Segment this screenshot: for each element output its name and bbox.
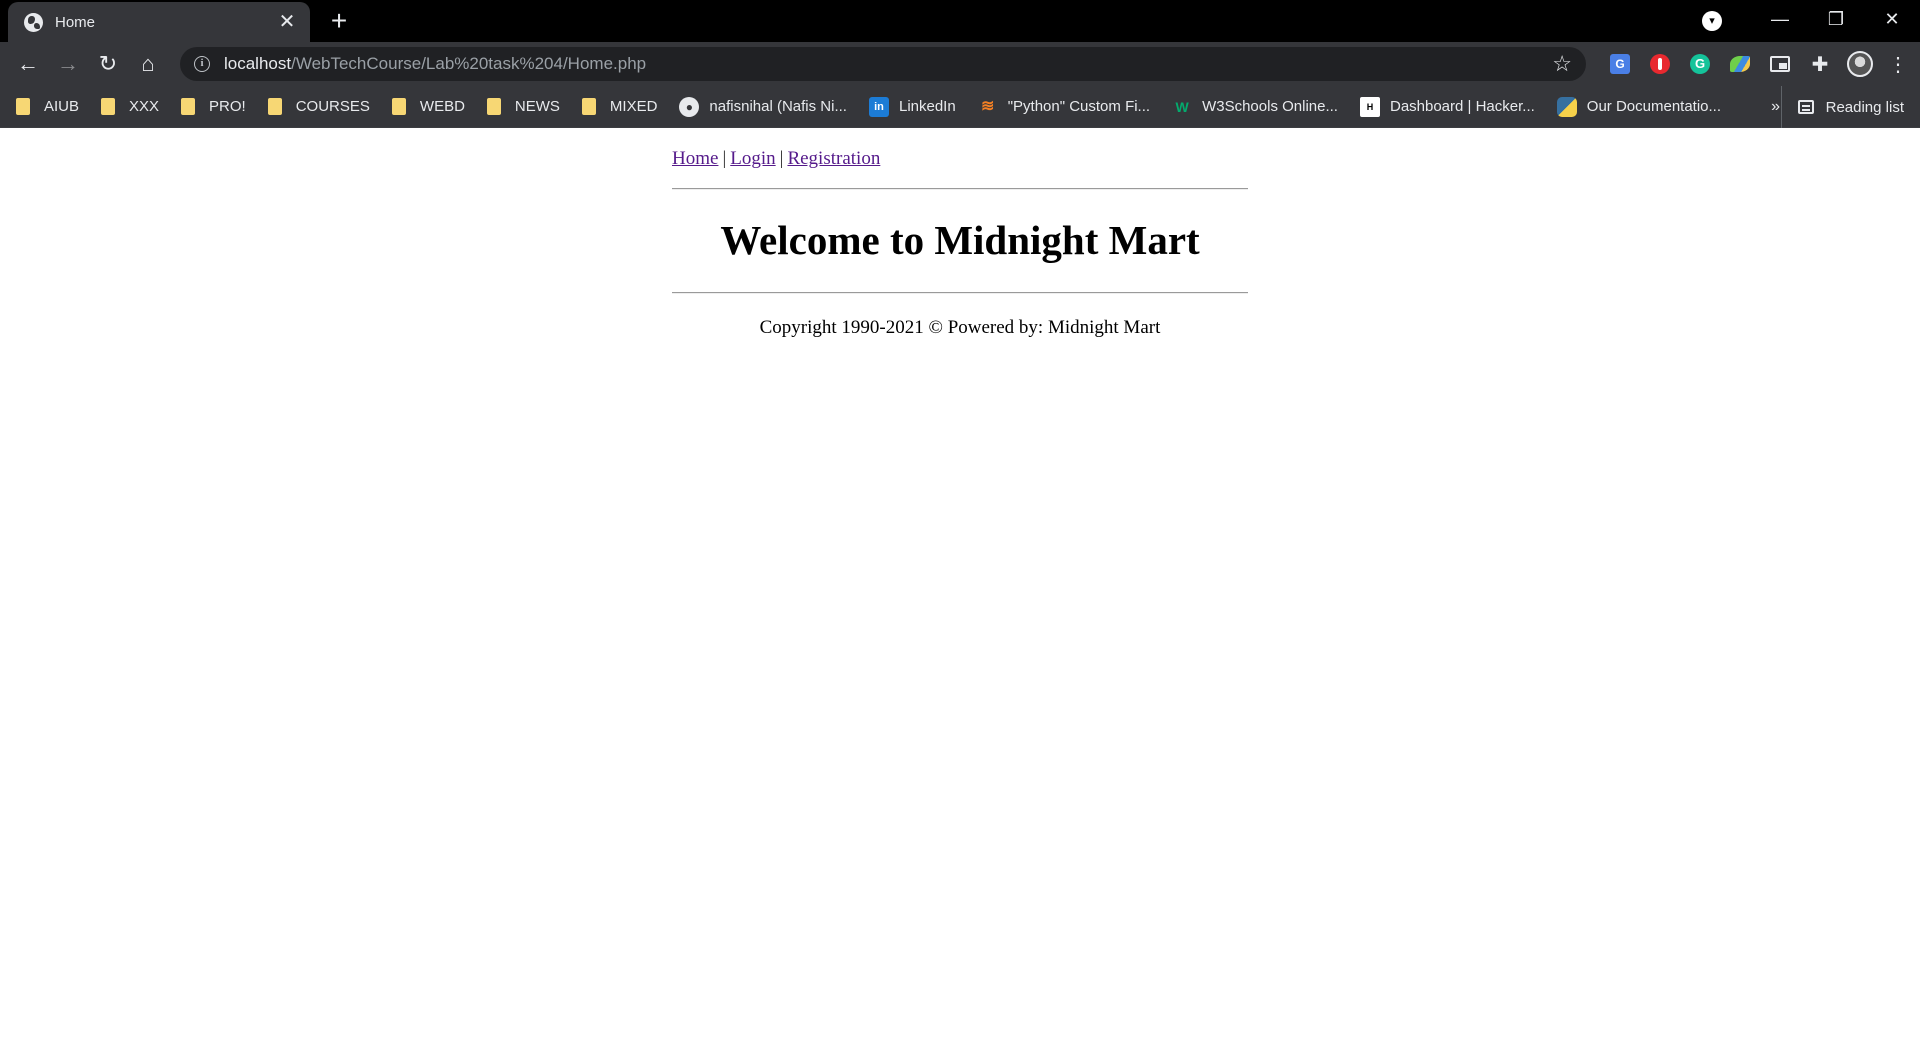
globe-icon [24,12,43,32]
bookmark-label: AIUB [44,98,80,115]
grammarly-icon: G [1690,54,1710,74]
bookmark-folder-xxx[interactable]: XXX [101,98,159,115]
nav-separator: | [722,148,727,169]
color-extension[interactable] [1722,48,1758,80]
bookmark-stackoverflow[interactable]: ≋ "Python" Custom Fi... [978,97,1150,117]
bookmark-w3schools[interactable]: W W3Schools Online... [1172,97,1338,117]
leaf-icon [1730,56,1750,72]
bookmark-label: nafisnihal (Nafis Ni... [709,98,847,115]
media-icon [1770,56,1790,72]
bookmark-folder-courses[interactable]: COURSES [267,98,370,115]
nav-link-registration[interactable]: Registration [787,148,880,169]
url-text[interactable]: localhost/WebTechCourse/Lab%20task%204/H… [224,54,1552,74]
bookmarks-overflow-icon[interactable]: » [1771,86,1780,128]
bookmark-label: "Python" Custom Fi... [1007,98,1151,115]
python-icon [1556,96,1577,117]
bookmark-label: LinkedIn [898,98,956,115]
info-icon[interactable]: i [194,56,210,72]
adblock-extension[interactable] [1642,48,1678,80]
divider [672,292,1248,294]
tab-home[interactable]: Home ✕ [8,2,310,42]
bookmark-folder-pro[interactable]: PRO! [181,98,246,115]
translate-extension[interactable]: G [1602,48,1638,80]
bookmark-linkedin[interactable]: in LinkedIn [868,96,956,117]
reload-button[interactable]: ↻ [92,48,124,80]
folder-icon [267,98,282,115]
folder-icon [581,98,596,115]
github-icon: ● [679,96,700,117]
translate-icon: G [1610,54,1630,74]
bookmark-label: NEWS [514,98,560,115]
minimize-button[interactable]: — [1752,0,1808,42]
tab-search-icon[interactable]: ▾ [1702,11,1722,31]
bookmark-star-icon[interactable]: ☆ [1552,51,1572,77]
hackerrank-icon: H [1359,96,1380,117]
new-tab-button[interactable]: + [325,7,353,36]
bookmark-folder-aiub[interactable]: AIUB [16,98,79,115]
tab-close-icon[interactable]: ✕ [276,11,298,33]
window-controls: ▾ — ❐ ✕ [1702,0,1920,42]
bookmark-hackerrank[interactable]: H Dashboard | Hacker... [1359,96,1535,117]
bookmark-label: XXX [129,98,160,115]
reading-list-button[interactable]: Reading list [1780,86,1904,128]
bookmark-folder-mixed[interactable]: MIXED [581,98,658,115]
bookmark-python-docs[interactable]: Our Documentatio... [1556,96,1722,117]
folder-icon [391,98,406,115]
bookmark-label: W3Schools Online... [1202,98,1338,115]
folder-icon [16,98,30,115]
stop-hand-icon [1650,54,1670,74]
bookmark-github[interactable]: ● nafisnihal (Nafis Ni... [679,96,847,117]
nav-link-home[interactable]: Home [672,148,718,169]
tab-title: Home [55,13,96,31]
reading-list-icon [1797,100,1814,114]
forward-button[interactable]: → [52,48,84,80]
bookmarks-bar: AIUB XXX PRO! COURSES WEBD NEWS MIXED ● [0,86,1920,128]
bookmark-folder-news[interactable]: NEWS [486,98,560,115]
site-nav: Home | Login | Registration [672,146,1248,174]
copyright-footer: Copyright 1990-2021 © Powered by: Midnig… [759,317,1161,338]
folder-icon [101,98,116,115]
folder-icon [181,98,196,115]
toolbar: ← → ↻ ⌂ i localhost/WebTechCourse/Lab%20… [0,42,1920,86]
browser-menu-icon[interactable]: ⋮ [1886,52,1910,77]
bookmark-label: MIXED [609,98,658,115]
bookmark-label: COURSES [295,98,370,115]
linkedin-icon: in [868,96,889,117]
page-title: Welcome to Midnight Mart [720,217,1200,263]
url-host: localhost [224,54,292,73]
extensions-bar: G G ✚ ⋮ [1598,48,1910,80]
nav-separator: | [779,148,784,169]
address-bar[interactable]: i localhost/WebTechCourse/Lab%20task%204… [180,47,1586,81]
bookmark-label: PRO! [209,98,246,115]
tab-strip: Home ✕ + ▾ — ❐ ✕ [0,0,1920,42]
w3schools-icon: W [1175,98,1189,115]
puzzle-icon: ✚ [1811,53,1829,76]
bookmark-label: Our Documentatio... [1586,98,1722,115]
folder-icon [486,98,501,115]
media-control-button[interactable] [1762,48,1798,80]
browser-chrome: Home ✕ + ▾ — ❐ ✕ ← → ↻ ⌂ i localhost/Web… [0,0,1920,128]
nav-link-login[interactable]: Login [730,148,775,169]
restore-button[interactable]: ❐ [1808,0,1864,42]
home-button[interactable]: ⌂ [132,48,164,80]
url-path: /WebTechCourse/Lab%20task%204/Home.php [291,54,647,73]
page-viewport: Home | Login | Registration Welcome to Midni… [0,128,1920,1041]
avatar [1847,51,1873,77]
extensions-button[interactable]: ✚ [1802,48,1838,80]
bookmark-label: Dashboard | Hacker... [1389,98,1535,115]
grammarly-extension[interactable]: G [1682,48,1718,80]
reading-list-label: Reading list [1825,98,1904,116]
page-content: Home | Login | Registration Welcome to Midni… [672,146,1248,340]
bookmark-label: WEBD [419,98,465,115]
profile-button[interactable] [1842,48,1878,80]
close-window-button[interactable]: ✕ [1864,0,1920,42]
bookmark-folder-webd[interactable]: WEBD [391,98,465,115]
stackoverflow-icon: ≋ [981,97,995,115]
divider [672,188,1248,190]
back-button[interactable]: ← [12,48,44,80]
